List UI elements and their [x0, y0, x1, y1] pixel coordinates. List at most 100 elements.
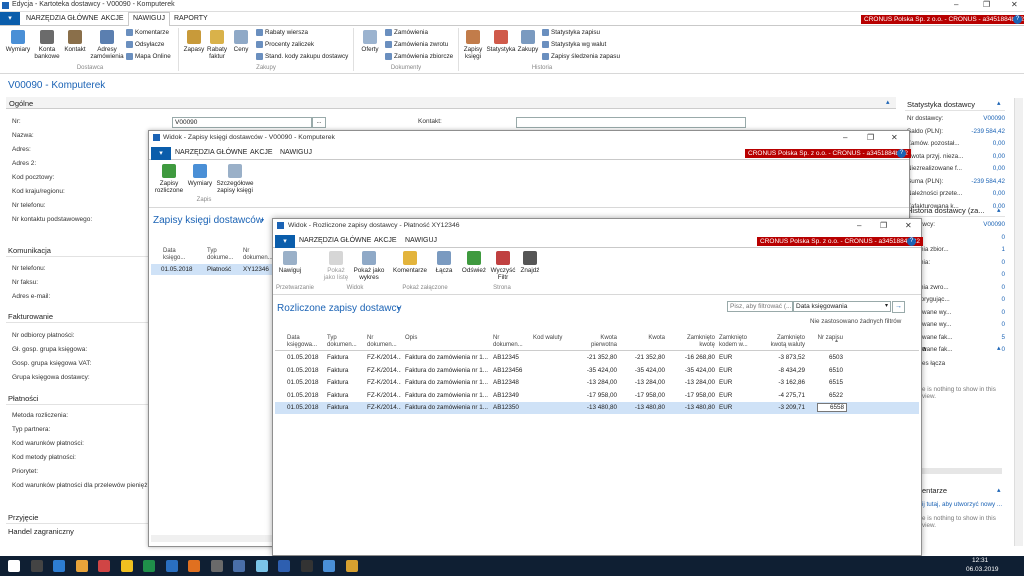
history-value[interactable]: 1 [955, 246, 1005, 253]
taskbar-app-icon[interactable] [8, 560, 20, 572]
close-button[interactable]: ✕ [1011, 0, 1018, 9]
vendor-no-field[interactable]: V00090 [172, 117, 312, 128]
show-as-list-button[interactable]: Pokaż jako listę [321, 251, 351, 281]
notes-header[interactable]: entarze [922, 486, 947, 495]
minimize-button[interactable]: – [857, 221, 861, 230]
tab-home[interactable]: NARZĘDZIA GŁÓWNE [26, 15, 98, 22]
order-addresses-button[interactable]: Adresy zamówienia [90, 30, 124, 60]
maximize-button[interactable]: ❐ [867, 133, 874, 142]
tab-home[interactable]: NARZĘDZIA GŁÓWNE [175, 149, 247, 156]
taskbar-app-icon[interactable] [30, 560, 43, 572]
help-icon[interactable]: ? [907, 237, 916, 246]
lookup-button[interactable]: ... [312, 117, 326, 128]
refresh-button[interactable]: Odśwież [461, 251, 487, 274]
items-button[interactable]: Zapasy [182, 30, 206, 53]
close-button[interactable]: ✕ [905, 221, 912, 230]
list-title[interactable]: Zapisy księgi dostawców [153, 215, 263, 226]
prepayment-percentages-link[interactable]: Procenty zaliczek [256, 41, 314, 48]
maximize-button[interactable]: ❐ [880, 221, 887, 230]
column-header[interactable]: Typ dokumen... [327, 335, 361, 349]
column-header[interactable]: Zamknięto kodem w... [719, 335, 755, 349]
taskbar-app-icon[interactable] [210, 560, 223, 572]
collapse-icon[interactable]: ▴ [997, 206, 1001, 214]
dimensions-button[interactable]: Wymiary [4, 30, 32, 53]
stat-value[interactable]: -239 584,42 [955, 128, 1005, 135]
table-cell[interactable]: 6558 [817, 403, 847, 413]
statistics-button[interactable]: Statystyka [486, 30, 516, 53]
prices-button[interactable]: Ceny [230, 30, 252, 53]
tab-navigate[interactable]: NAWIGUJ [405, 237, 437, 244]
column-header[interactable]: Nr dokumen... [243, 248, 273, 262]
stat-value[interactable]: 0,00 [955, 140, 1005, 147]
detailed-entries-button[interactable]: Szczegółowe zapisy księgi [215, 164, 255, 194]
entry-statistics-link[interactable]: Statystyka zapisu [542, 29, 600, 36]
apply-filter-button[interactable]: → [892, 301, 905, 313]
ledger-entries-button[interactable]: Zapisy księgi [461, 30, 485, 60]
application-menu-button[interactable]: ▾ [151, 147, 171, 160]
taskbar-app-icon[interactable] [188, 560, 200, 572]
tab-navigate[interactable]: NAWIGUJ [280, 149, 312, 156]
column-header[interactable]: Kod waluty [533, 335, 573, 342]
column-header[interactable]: Data księgowa... [287, 335, 321, 349]
cross-references-link[interactable]: Odsyłacze [126, 41, 164, 48]
quotes-button[interactable]: Oferty [358, 30, 382, 53]
taskbar-app-icon[interactable] [233, 560, 245, 572]
navigate-button[interactable]: Nawiguj [277, 251, 303, 274]
orders-link[interactable]: Zamówienia [385, 29, 428, 36]
column-header[interactable]: Zamknięto kwotę [679, 335, 715, 349]
stat-value[interactable]: -239 584,42 [955, 178, 1005, 185]
taskbar-app-icon[interactable] [165, 560, 178, 572]
history-value[interactable]: 0 [955, 259, 1005, 266]
help-icon[interactable]: ? [897, 149, 906, 158]
minimize-button[interactable]: – [954, 0, 958, 9]
help-icon[interactable]: ? [1013, 15, 1022, 24]
column-header[interactable]: Nr dokumen... [493, 335, 529, 349]
history-value[interactable]: 5 [955, 334, 1005, 341]
main-scrollbar[interactable] [1014, 98, 1023, 546]
tab-reports[interactable]: RAPORTY [174, 15, 208, 22]
links-button[interactable]: Łącza [431, 251, 457, 274]
line-discounts-link[interactable]: Rabaty wiersza [256, 29, 308, 36]
close-button[interactable]: ✕ [891, 133, 898, 142]
taskbar-app-icon[interactable] [323, 560, 335, 572]
bank-accounts-button[interactable]: Konta bankowe [34, 30, 60, 60]
history-value[interactable]: 0 [955, 309, 1005, 316]
column-header[interactable]: Zamknięto kwotą waluty [769, 335, 805, 349]
taskbar-app-icon[interactable] [53, 560, 65, 572]
tab-home[interactable]: NARZĘDZIA GŁÓWNE [299, 237, 371, 244]
taskbar-app-icon[interactable] [98, 560, 110, 572]
column-header[interactable]: Kwota [633, 335, 665, 342]
history-value[interactable]: 0 [955, 234, 1005, 241]
collapse-icon[interactable]: ▴ [997, 344, 1001, 352]
history-value[interactable]: 0 [955, 296, 1005, 303]
standard-purchase-codes-link[interactable]: Stand. kody zakupu dostawcy [256, 53, 348, 60]
horizontal-scrollbar[interactable] [151, 535, 273, 542]
application-menu-button[interactable]: ▾ [275, 235, 295, 248]
general-section-header[interactable]: Ogólne ▴ [6, 97, 896, 109]
dimensions-button[interactable]: Wymiary [187, 164, 213, 187]
invoicing-section-header[interactable]: Fakturowanie [8, 312, 53, 321]
receipt-section-header[interactable]: Przyjęcie [8, 513, 38, 522]
stat-value[interactable]: 0,00 [955, 190, 1005, 197]
application-menu-button[interactable]: ▾ [0, 12, 20, 25]
item-tracking-entries-link[interactable]: Zapisy śledzenia zapasu [542, 53, 620, 60]
filter-field-select[interactable]: Data księgowania ▾ [793, 301, 891, 312]
tab-actions[interactable]: AKCJE [250, 149, 273, 156]
search-input[interactable]: Pisz, aby filtrować (... [727, 301, 793, 312]
history-value[interactable]: 0 [955, 284, 1005, 291]
contact-field[interactable] [516, 117, 746, 128]
tab-navigate[interactable]: NAWIGUJ [128, 12, 171, 27]
taskbar-app-icon[interactable] [75, 560, 88, 572]
collapse-icon[interactable]: ▴ [886, 98, 890, 106]
payments-section-header[interactable]: Płatności [8, 394, 38, 403]
taskbar-app-icon[interactable] [278, 560, 290, 572]
title-dropdown-icon[interactable]: ▾ [261, 217, 264, 224]
communication-section-header[interactable]: Komunikacja [8, 246, 51, 255]
column-header[interactable]: Data księgo... [163, 248, 189, 262]
invoice-discounts-button[interactable]: Rabaty faktur [206, 30, 228, 60]
new-note-link[interactable]: ij tutaj, aby utworzyć nowy ... [922, 501, 1002, 508]
column-header[interactable]: Nr zapisu [817, 335, 843, 342]
column-header[interactable]: Typ dokume... [207, 248, 235, 262]
vendor-statistics-header[interactable]: Statystyka dostawcy [907, 100, 975, 109]
links-header[interactable]: a [922, 344, 926, 353]
